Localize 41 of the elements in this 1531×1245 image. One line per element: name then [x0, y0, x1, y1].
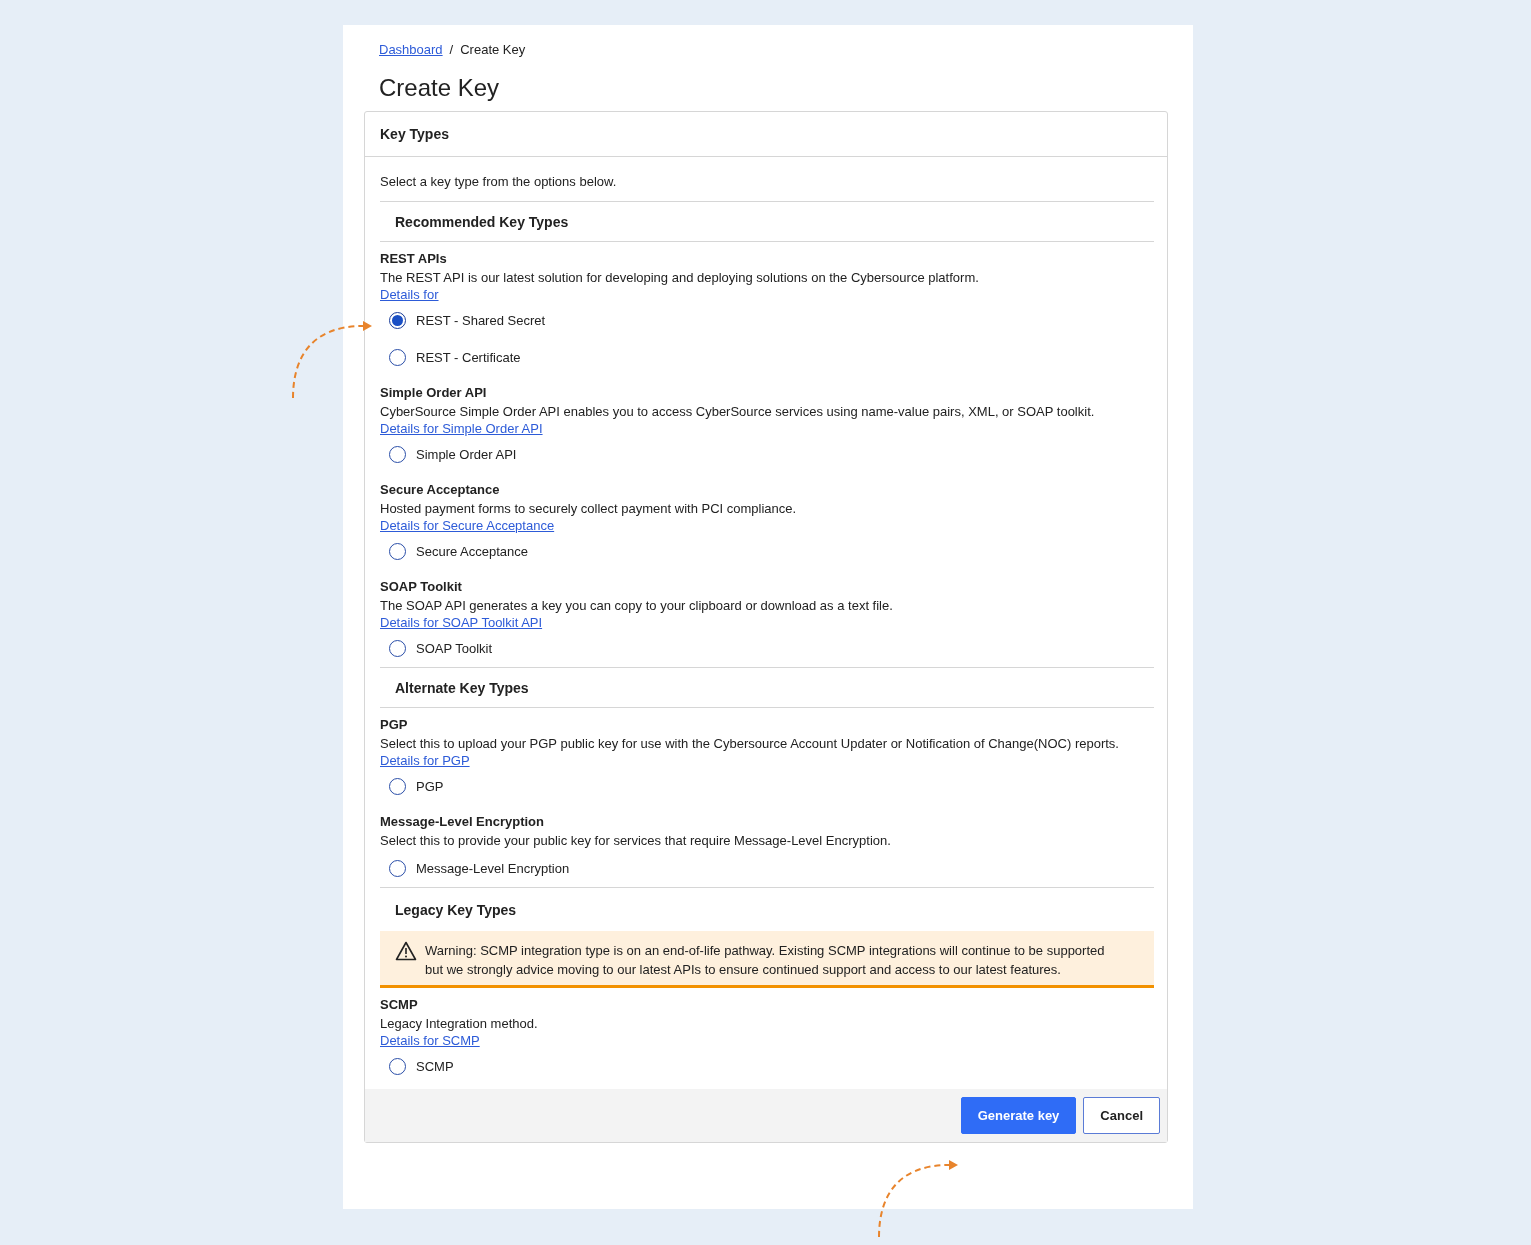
section-heading: Legacy Key Types [395, 901, 517, 918]
key-type-name: REST APIs [380, 250, 448, 268]
key-type-name: Secure Acceptance [380, 481, 501, 499]
key-type-description: CyberSource Simple Order API enables you to access CyberSource services using name-value pairs, XML, or SOAP toolkit. [380, 403, 1096, 421]
details-link[interactable]: Details for [380, 287, 439, 302]
warning-icon [395, 941, 417, 961]
key-type-description: Select this to provide your public key for services that require Message-Level Encryption. [380, 832, 892, 850]
section-heading: Recommended Key Types [395, 213, 569, 230]
radio-label[interactable]: Simple Order API [416, 447, 517, 462]
generate-button[interactable]: Generate key [960, 1097, 1077, 1134]
key-type-name: SCMP [380, 996, 419, 1014]
cancel-button[interactable]: Cancel [1083, 1097, 1160, 1134]
details-link[interactable]: Details for SCMP [380, 1033, 480, 1048]
key-type-description: Select this to upload your PGP public key for use with the Cybersource Account Updater or Notification of Change(NOC) reports. [380, 735, 1120, 753]
details-link[interactable]: Details for SOAP Toolkit API [380, 615, 543, 630]
breadcrumb-link[interactable]: Dashboard [379, 41, 443, 59]
radio-label[interactable]: REST - Shared Secret [416, 313, 546, 328]
key-type-description: Legacy Integration method. [380, 1015, 539, 1033]
radio-label[interactable]: Secure Acceptance [416, 544, 529, 559]
key-type-description: The SOAP API generates a key you can copy to your clipboard or download as a text file. [380, 597, 894, 615]
details-link[interactable]: Details for PGP [380, 753, 470, 768]
radio-label[interactable]: SCMP [416, 1059, 454, 1074]
breadcrumb-separator: / [449, 41, 454, 59]
key-type-name: Simple Order API [380, 384, 488, 402]
key-type-name: Message-Level Encryption [380, 813, 545, 831]
intro-text: Select a key type from the options below. [380, 173, 618, 191]
radio-label[interactable]: REST - Certificate [416, 350, 521, 365]
page-title: Create Key [379, 73, 501, 103]
section-heading: Alternate Key Types [395, 679, 529, 696]
key-type-name: PGP [380, 716, 409, 734]
radio-label[interactable]: SOAP Toolkit [416, 641, 493, 656]
key-type-description: Hosted payment forms to securely collect payment with PCI compliance. [380, 500, 798, 518]
radio-label[interactable]: PGP [416, 779, 444, 794]
key-type-description: The REST API is our latest solution for developing and deploying solutions on the Cybersource platform. [380, 269, 980, 287]
details-link[interactable]: Details for Secure Acceptance [380, 518, 555, 533]
breadcrumb-current: Create Key [460, 41, 526, 59]
details-link[interactable]: Details for Simple Order API [380, 421, 543, 436]
warning-text: Warning: SCMP integration type is on an end-of-life pathway. Existing SCMP integrations will continue to be supported but we strongly advice moving to our latest APIs to ensure continued support and access to our latest features. [425, 942, 1106, 979]
key-type-name: SOAP Toolkit [380, 578, 463, 596]
card-title: Key Types [380, 126, 449, 142]
radio-label[interactable]: Message-Level Encryption [416, 861, 570, 876]
